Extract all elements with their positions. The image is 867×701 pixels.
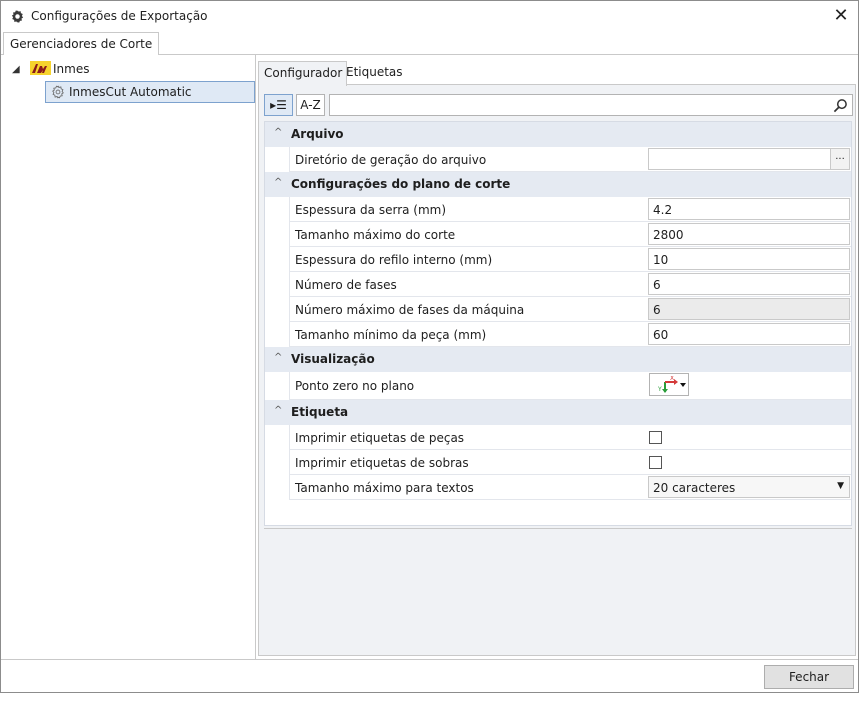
max-text-size-dropdown[interactable]: 20 caracteres ▼: [648, 476, 850, 498]
inmes-logo-icon: [30, 61, 51, 75]
gear-icon: [52, 85, 64, 99]
property-row: Número máximo de fases da máquina 6: [289, 297, 851, 322]
browse-button[interactable]: ...: [830, 149, 849, 169]
print-piece-labels-checkbox[interactable]: [649, 431, 662, 444]
property-grid-toolbar: ▸☰ A-Z: [264, 92, 853, 118]
zero-point-selector[interactable]: Y X: [649, 373, 689, 396]
category-label: Arquivo: [291, 127, 344, 141]
search-icon[interactable]: [833, 98, 848, 113]
svg-text:Y: Y: [657, 386, 662, 393]
category-label-settings[interactable]: ^ Etiqueta: [265, 400, 851, 425]
min-piece-size-field[interactable]: 60: [648, 323, 850, 345]
tree-expander-icon[interactable]: ◢: [12, 64, 20, 75]
title-bar: Configurações de Exportação ✕: [1, 1, 858, 32]
category-visualization[interactable]: ^ Visualização: [265, 347, 851, 372]
dialog-footer: Fechar: [1, 659, 858, 692]
property-name: Diretório de geração do arquivo: [295, 153, 487, 167]
max-cut-size-field[interactable]: 2800: [648, 223, 850, 245]
gear-icon: [11, 9, 24, 24]
property-row: Diretório de geração do arquivo ...: [289, 147, 851, 172]
export-settings-window: Configurações de Exportação ✕ Gerenciado…: [0, 0, 859, 693]
tab-labels[interactable]: Etiquetas: [344, 65, 405, 85]
outer-tab-strip: Gerenciadores de Corte: [1, 32, 858, 56]
property-row: Imprimir etiquetas de peças: [289, 425, 851, 450]
property-grid: ^ Arquivo Diretório de geração do arquiv…: [264, 121, 852, 526]
property-row: Tamanho máximo para textos 20 caracteres…: [289, 475, 851, 500]
property-row: Imprimir etiquetas de sobras: [289, 450, 851, 475]
property-row: Tamanho máximo do corte 2800: [289, 222, 851, 247]
settings-panel: Configurador Etiquetas ▸☰ A-Z ^ Arquivo …: [256, 55, 858, 659]
property-name: Imprimir etiquetas de peças: [295, 431, 465, 445]
category-label: Etiqueta: [291, 405, 349, 419]
property-name: Número máximo de fases da máquina: [295, 303, 525, 317]
close-button[interactable]: Fechar: [764, 665, 854, 689]
chevron-up-icon[interactable]: ^: [274, 352, 282, 363]
inner-tab-strip: Configurador Etiquetas: [256, 61, 858, 86]
description-panel: [264, 528, 852, 605]
print-leftover-labels-checkbox[interactable]: [649, 456, 662, 469]
chevron-up-icon[interactable]: ^: [274, 127, 282, 138]
svg-text:X: X: [670, 376, 674, 382]
property-name: Ponto zero no plano: [295, 379, 415, 393]
property-row: Número de fases 6: [289, 272, 851, 297]
property-row: Espessura do refilo interno (mm) 10: [289, 247, 851, 272]
property-name: Imprimir etiquetas de sobras: [295, 456, 469, 470]
category-file[interactable]: ^ Arquivo: [265, 122, 851, 147]
property-row: Ponto zero no plano Y X: [289, 372, 851, 400]
chevron-down-icon[interactable]: ▼: [837, 481, 844, 491]
dropdown-value: 20 caracteres: [653, 481, 736, 495]
property-name: Tamanho máximo do corte: [295, 228, 456, 242]
property-name: Número de fases: [295, 278, 397, 292]
tree-item-label: InmesCut Automatic: [69, 85, 192, 99]
property-name: Tamanho mínimo da peça (mm): [295, 328, 487, 342]
saw-thickness-field[interactable]: 4.2: [648, 198, 850, 220]
categorized-view-button[interactable]: ▸☰: [264, 94, 293, 116]
property-name: Tamanho máximo para textos: [295, 481, 474, 495]
category-label: Visualização: [291, 352, 375, 366]
directory-field[interactable]: ...: [648, 148, 850, 170]
inner-trim-thickness-field[interactable]: 10: [648, 248, 850, 270]
chevron-up-icon[interactable]: ^: [274, 177, 282, 188]
property-name: Espessura do refilo interno (mm): [295, 253, 493, 267]
property-row: Espessura da serra (mm) 4.2: [289, 197, 851, 222]
category-cut-plan[interactable]: ^ Configurações do plano de corte: [265, 172, 851, 197]
axis-origin-icon: Y X: [657, 376, 686, 393]
window-title: Configurações de Exportação: [31, 9, 208, 23]
phase-count-field[interactable]: 6: [648, 273, 850, 295]
close-icon[interactable]: ✕: [830, 5, 852, 27]
search-input[interactable]: [329, 94, 853, 116]
tab-configurator[interactable]: Configurador: [258, 61, 348, 86]
manager-tree: ◢ Inmes InmesCut Automatic: [1, 55, 256, 659]
tab-cut-managers[interactable]: Gerenciadores de Corte: [3, 32, 160, 56]
property-name: Espessura da serra (mm): [295, 203, 447, 217]
property-row: Tamanho mínimo da peça (mm) 60: [289, 322, 851, 347]
property-grid-container: ▸☰ A-Z ^ Arquivo Diretório de geração do…: [258, 84, 856, 656]
chevron-up-icon[interactable]: ^: [274, 405, 282, 416]
category-label: Configurações do plano de corte: [291, 177, 511, 191]
machine-max-phases-field: 6: [648, 298, 850, 320]
tree-item-inmes[interactable]: Inmes: [53, 62, 89, 76]
alphabetical-view-button[interactable]: A-Z: [296, 94, 325, 116]
tree-item-inmescut-automatic[interactable]: InmesCut Automatic: [45, 81, 255, 103]
